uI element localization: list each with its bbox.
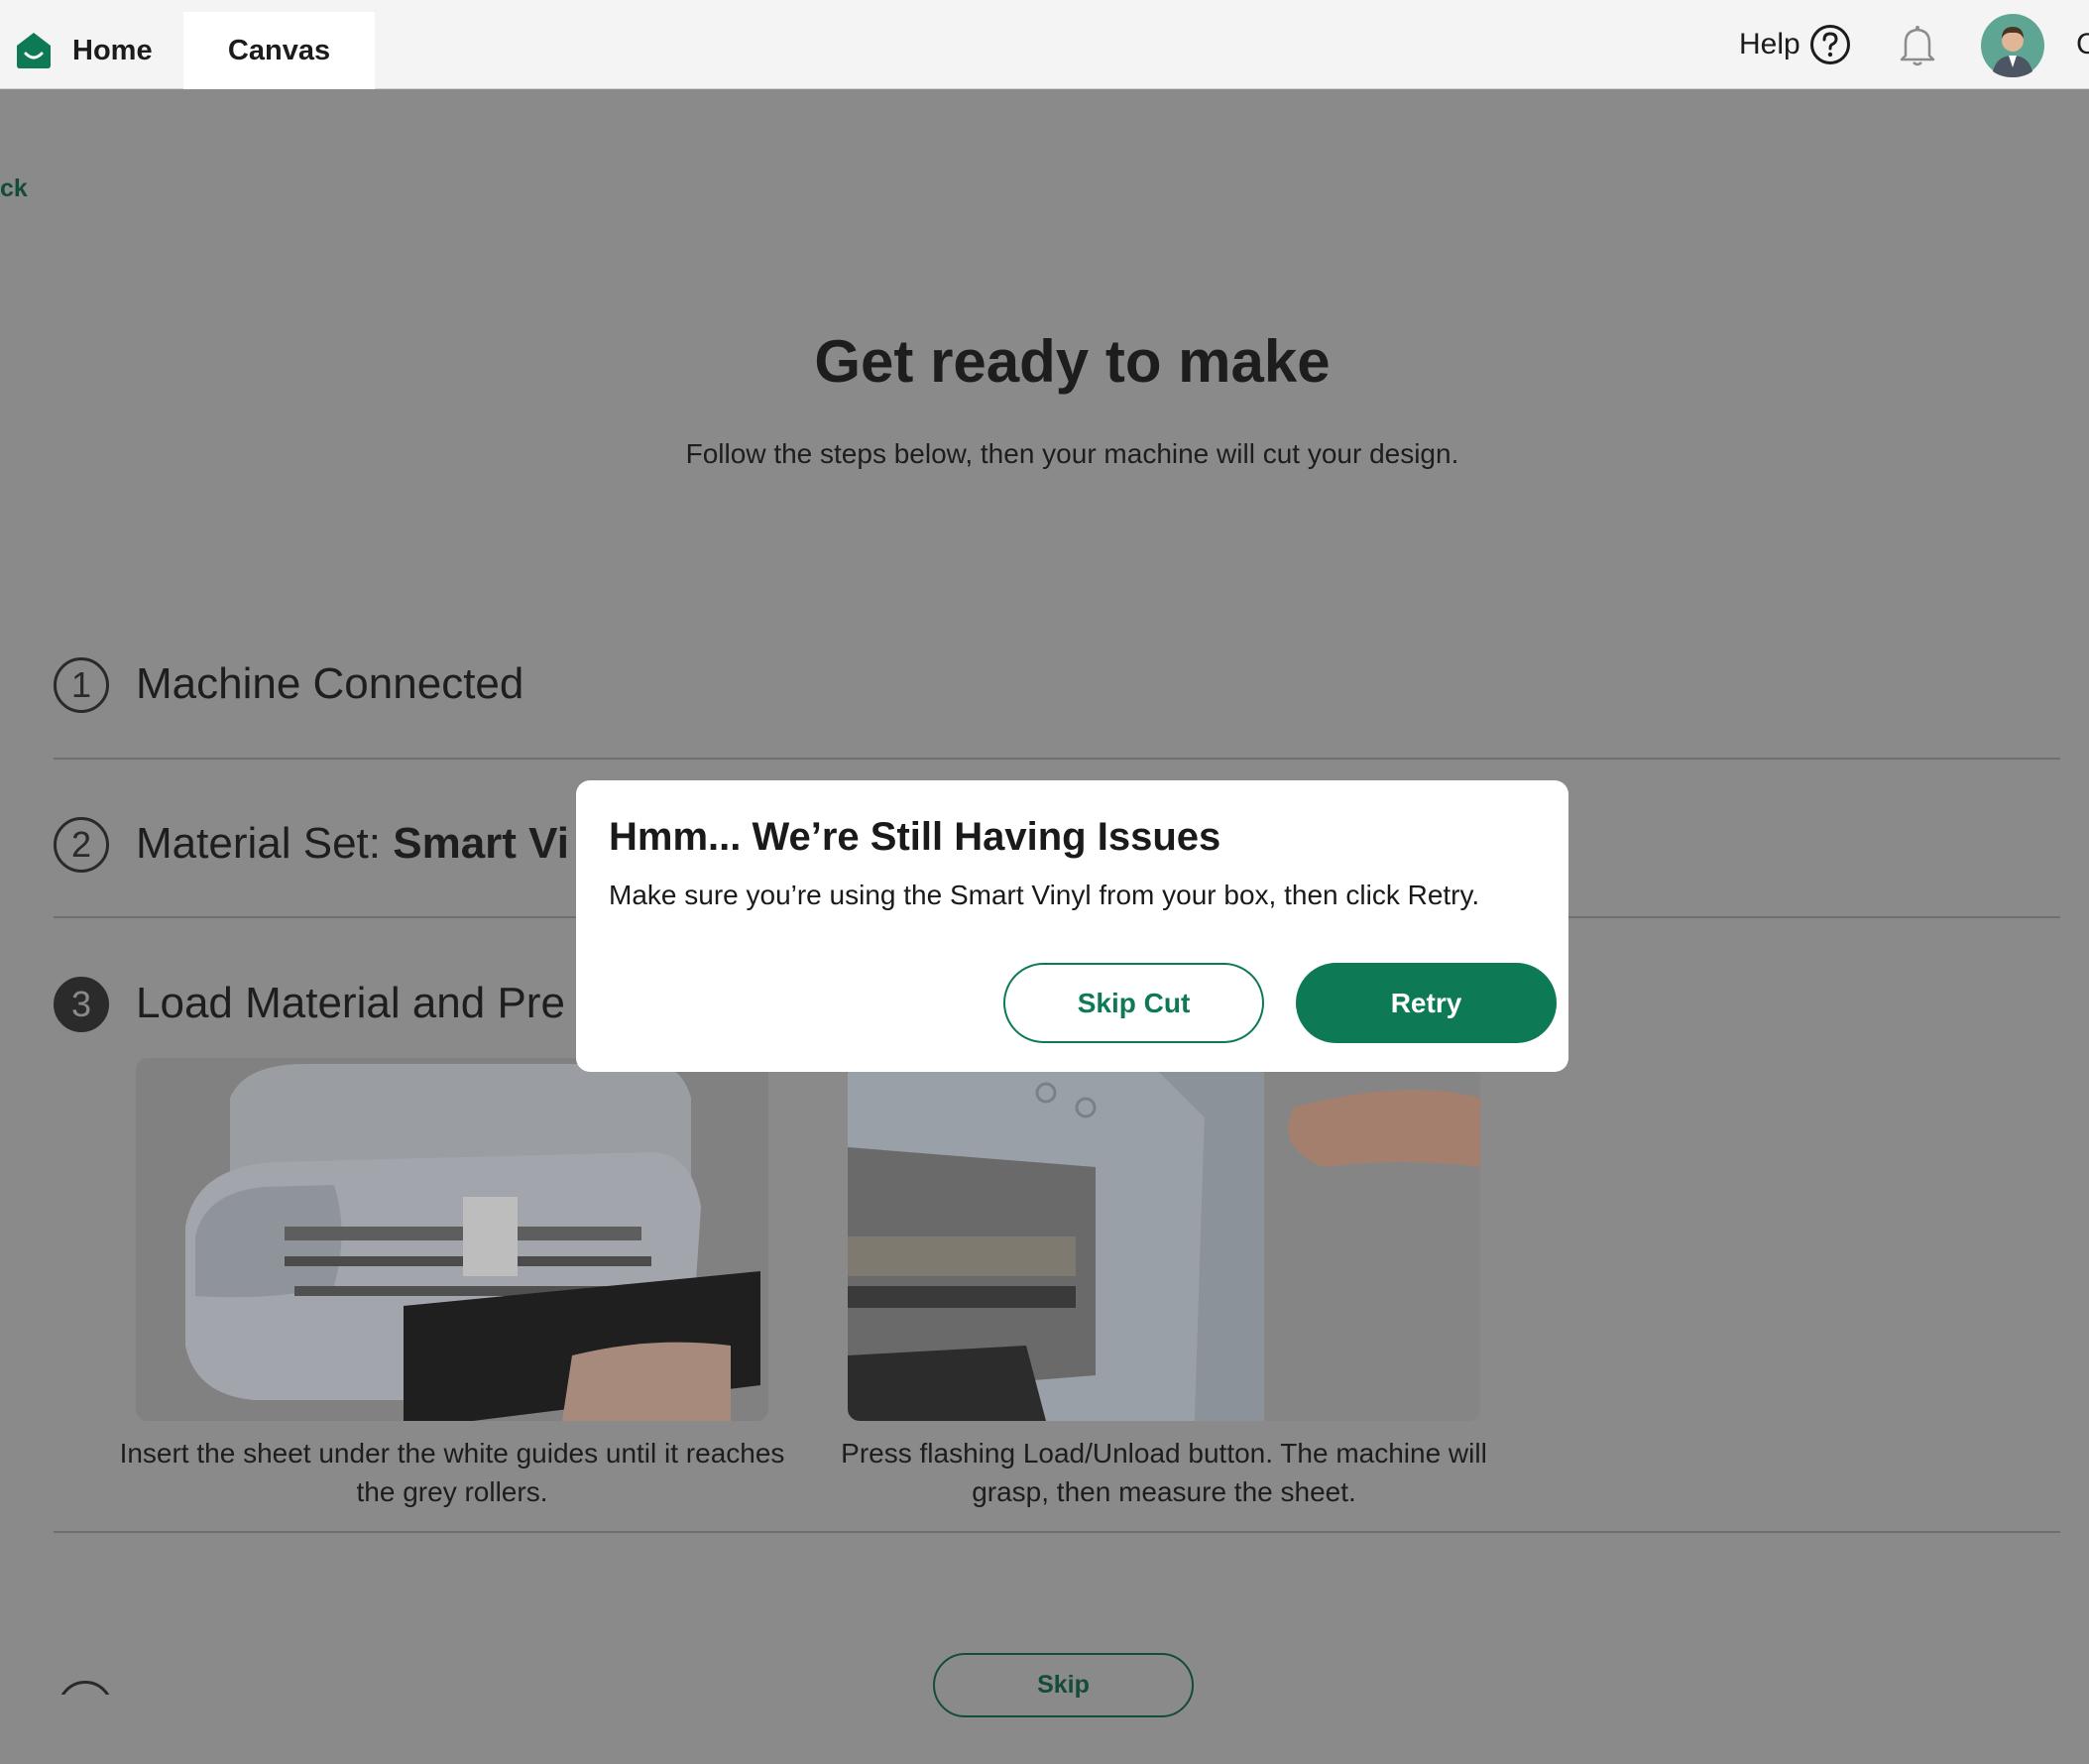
tab-canvas[interactable]: Canvas <box>183 12 375 89</box>
instruction-caption-2: Press flashing Load/Unload button. The m… <box>841 1438 1487 1507</box>
step-4-mask <box>40 1695 139 1754</box>
tab-home[interactable]: Home <box>72 12 153 89</box>
dialog-title: Hmm... We’re Still Having Issues <box>609 815 1221 859</box>
step-number-2: 2 <box>54 817 109 873</box>
skip-cut-button[interactable]: Skip Cut <box>1003 963 1264 1043</box>
step-number-1: 1 <box>54 657 109 713</box>
step-title-1: Machine Connected <box>136 659 524 708</box>
retry-button[interactable]: Retry <box>1296 963 1557 1043</box>
dialog-message: Make sure you’re using the Smart Vinyl f… <box>609 880 1480 910</box>
instruction-caption-1: Insert the sheet under the white guides … <box>119 1438 785 1507</box>
help-label[interactable]: Help <box>1739 28 1800 61</box>
instruction-image-load-button <box>848 1058 1480 1421</box>
step-title-2-material: Smart Vi <box>393 819 569 868</box>
skip-button[interactable]: Skip <box>933 1653 1194 1717</box>
help-icon[interactable] <box>1809 24 1851 65</box>
step-title-3: Load Material and Pre <box>136 979 565 1027</box>
error-dialog: Hmm... We’re Still Having Issues Make su… <box>576 780 1568 1072</box>
back-link[interactable]: ck <box>0 175 28 203</box>
divider <box>54 758 2060 760</box>
avatar[interactable] <box>1981 14 2044 77</box>
cut-off-menu-label[interactable]: C <box>2076 28 2089 61</box>
step-number-3: 3 <box>54 977 109 1032</box>
instruction-image-insert-sheet <box>136 1058 768 1421</box>
home-logo-icon[interactable] <box>16 32 52 69</box>
divider <box>54 1531 2060 1533</box>
step-title-2-prefix: Material Set: <box>136 819 394 868</box>
bell-icon[interactable] <box>1898 24 1937 67</box>
step-title-2: Material Set: Smart Vi <box>136 819 569 869</box>
top-bar: Home Canvas Help C <box>0 0 2089 89</box>
page-title: Get ready to make <box>814 328 1331 395</box>
page-subtitle: Follow the steps below, then your machin… <box>685 438 1459 469</box>
